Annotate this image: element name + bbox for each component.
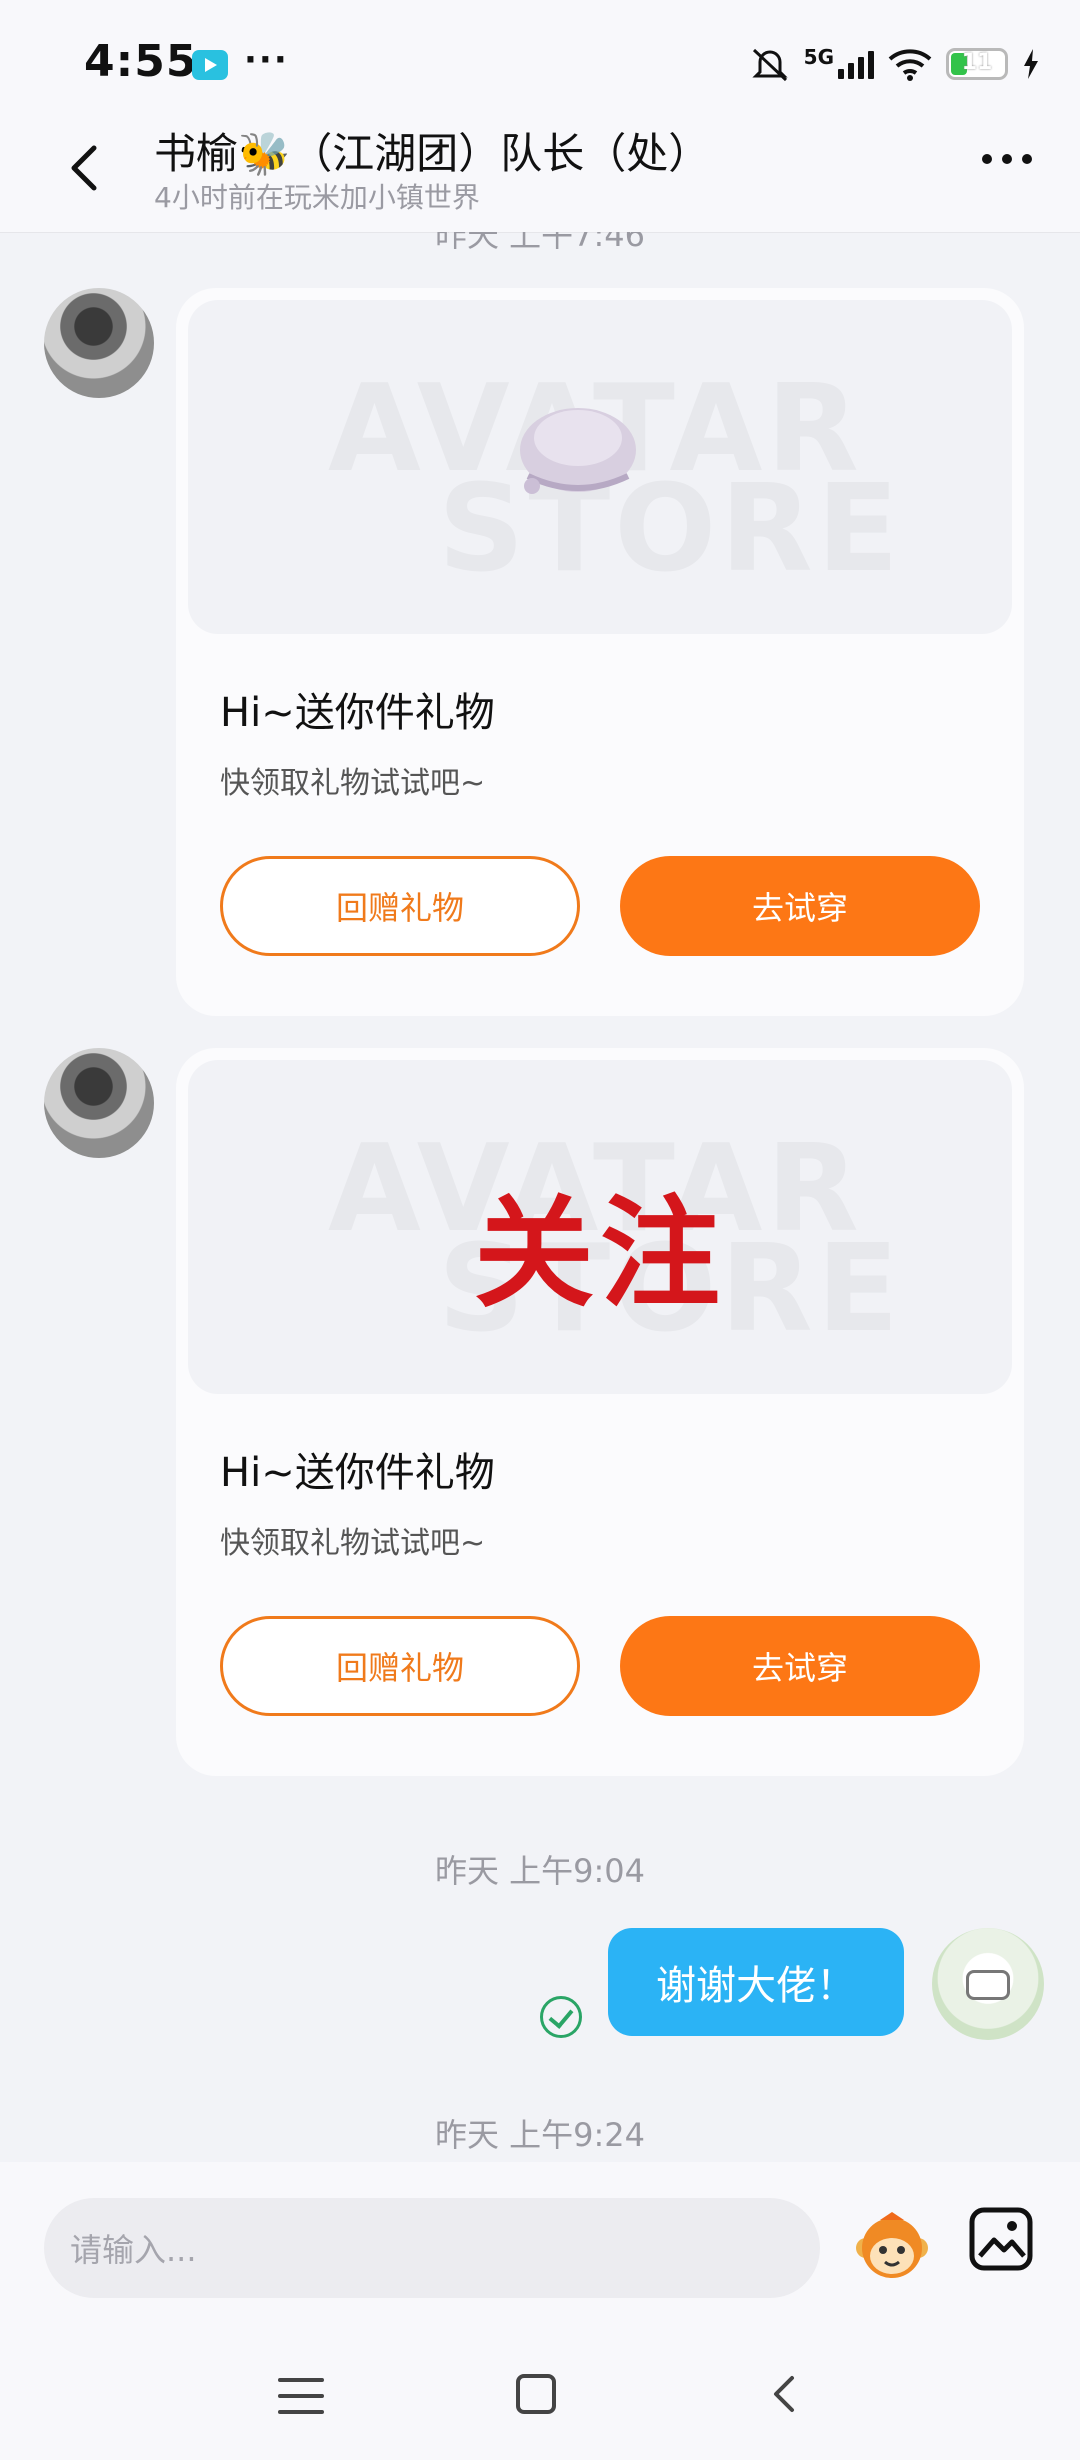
try-on-button[interactable]: 去试穿 <box>620 1616 980 1716</box>
network-type: 5G <box>803 45 834 69</box>
card-title: Hi~送你件礼物 <box>220 1450 495 1496</box>
gift-hat-image <box>520 408 636 494</box>
chat-header: 书榆🐝（江湖团）队长（处） 4小时前在玩米加小镇世界 <box>0 110 1080 233</box>
system-nav-bar <box>0 2322 1080 2460</box>
wifi-icon <box>888 49 932 81</box>
battery-level: 11 <box>961 50 993 75</box>
sent-check-icon <box>540 1996 582 2038</box>
mute-icon <box>752 48 788 82</box>
gift-image: AVATAR STORE <box>188 300 1012 634</box>
notification-more-icon: ··· <box>244 40 289 80</box>
chat-area[interactable]: 昨天 上午7:46 AVATAR STORE Hi~送你件礼物 快领取礼物试试吧… <box>0 232 1080 2162</box>
status-icons: 5G 11 <box>750 44 1040 84</box>
try-on-button[interactable]: 去试穿 <box>620 856 980 956</box>
sender-avatar[interactable] <box>44 288 154 398</box>
more-options-icon[interactable] <box>982 154 1032 164</box>
nav-back-icon[interactable] <box>766 2374 806 2414</box>
card-title: Hi~送你件礼物 <box>220 690 495 736</box>
message-input[interactable]: 请输入... <box>44 2198 820 2298</box>
sender-avatar[interactable] <box>44 1048 154 1158</box>
back-arrow-icon[interactable] <box>56 138 116 198</box>
timestamp: 昨天 上午9:04 <box>434 1852 646 1890</box>
timestamp: 昨天 上午9:24 <box>434 2116 646 2154</box>
gift-card[interactable]: AVATAR STORE Hi~送你件礼物 快领取礼物试试吧~ 回赠礼物 去试穿 <box>176 288 1024 1016</box>
my-message-bubble[interactable]: 谢谢大佬！ <box>608 1928 904 2036</box>
signal-icon <box>838 49 874 79</box>
my-avatar[interactable] <box>932 1928 1044 2040</box>
charging-icon <box>1024 49 1038 79</box>
battery-icon: 11 <box>946 48 1008 80</box>
chat-subtitle: 4小时前在玩米加小镇世界 <box>154 181 480 214</box>
card-subtitle: 快领取礼物试试吧~ <box>220 1526 486 1561</box>
gift-card[interactable]: AVATAR STORE 关注 Hi~送你件礼物 快领取礼物试试吧~ 回赠礼物 … <box>176 1048 1024 1776</box>
return-gift-button[interactable]: 回赠礼物 <box>220 1616 580 1716</box>
card-subtitle: 快领取礼物试试吧~ <box>220 766 486 801</box>
home-icon[interactable] <box>516 2374 556 2414</box>
gift-image-text: 关注 <box>474 1183 726 1324</box>
image-picker-icon[interactable] <box>968 2206 1034 2272</box>
input-bar: 请输入... <box>0 2162 1080 2322</box>
chat-title: 书榆🐝（江湖团）队长（处） <box>154 129 711 178</box>
return-gift-button[interactable]: 回赠礼物 <box>220 856 580 956</box>
status-bar: 4:55 ··· 5G 11 <box>0 0 1080 110</box>
recent-apps-icon[interactable] <box>278 2378 324 2414</box>
gift-image: AVATAR STORE 关注 <box>188 1060 1012 1394</box>
timestamp: 昨天 上午7:46 <box>434 232 646 254</box>
emoji-monkey-icon[interactable] <box>852 2206 932 2286</box>
status-time: 4:55 <box>84 36 198 87</box>
video-app-icon <box>192 50 228 80</box>
